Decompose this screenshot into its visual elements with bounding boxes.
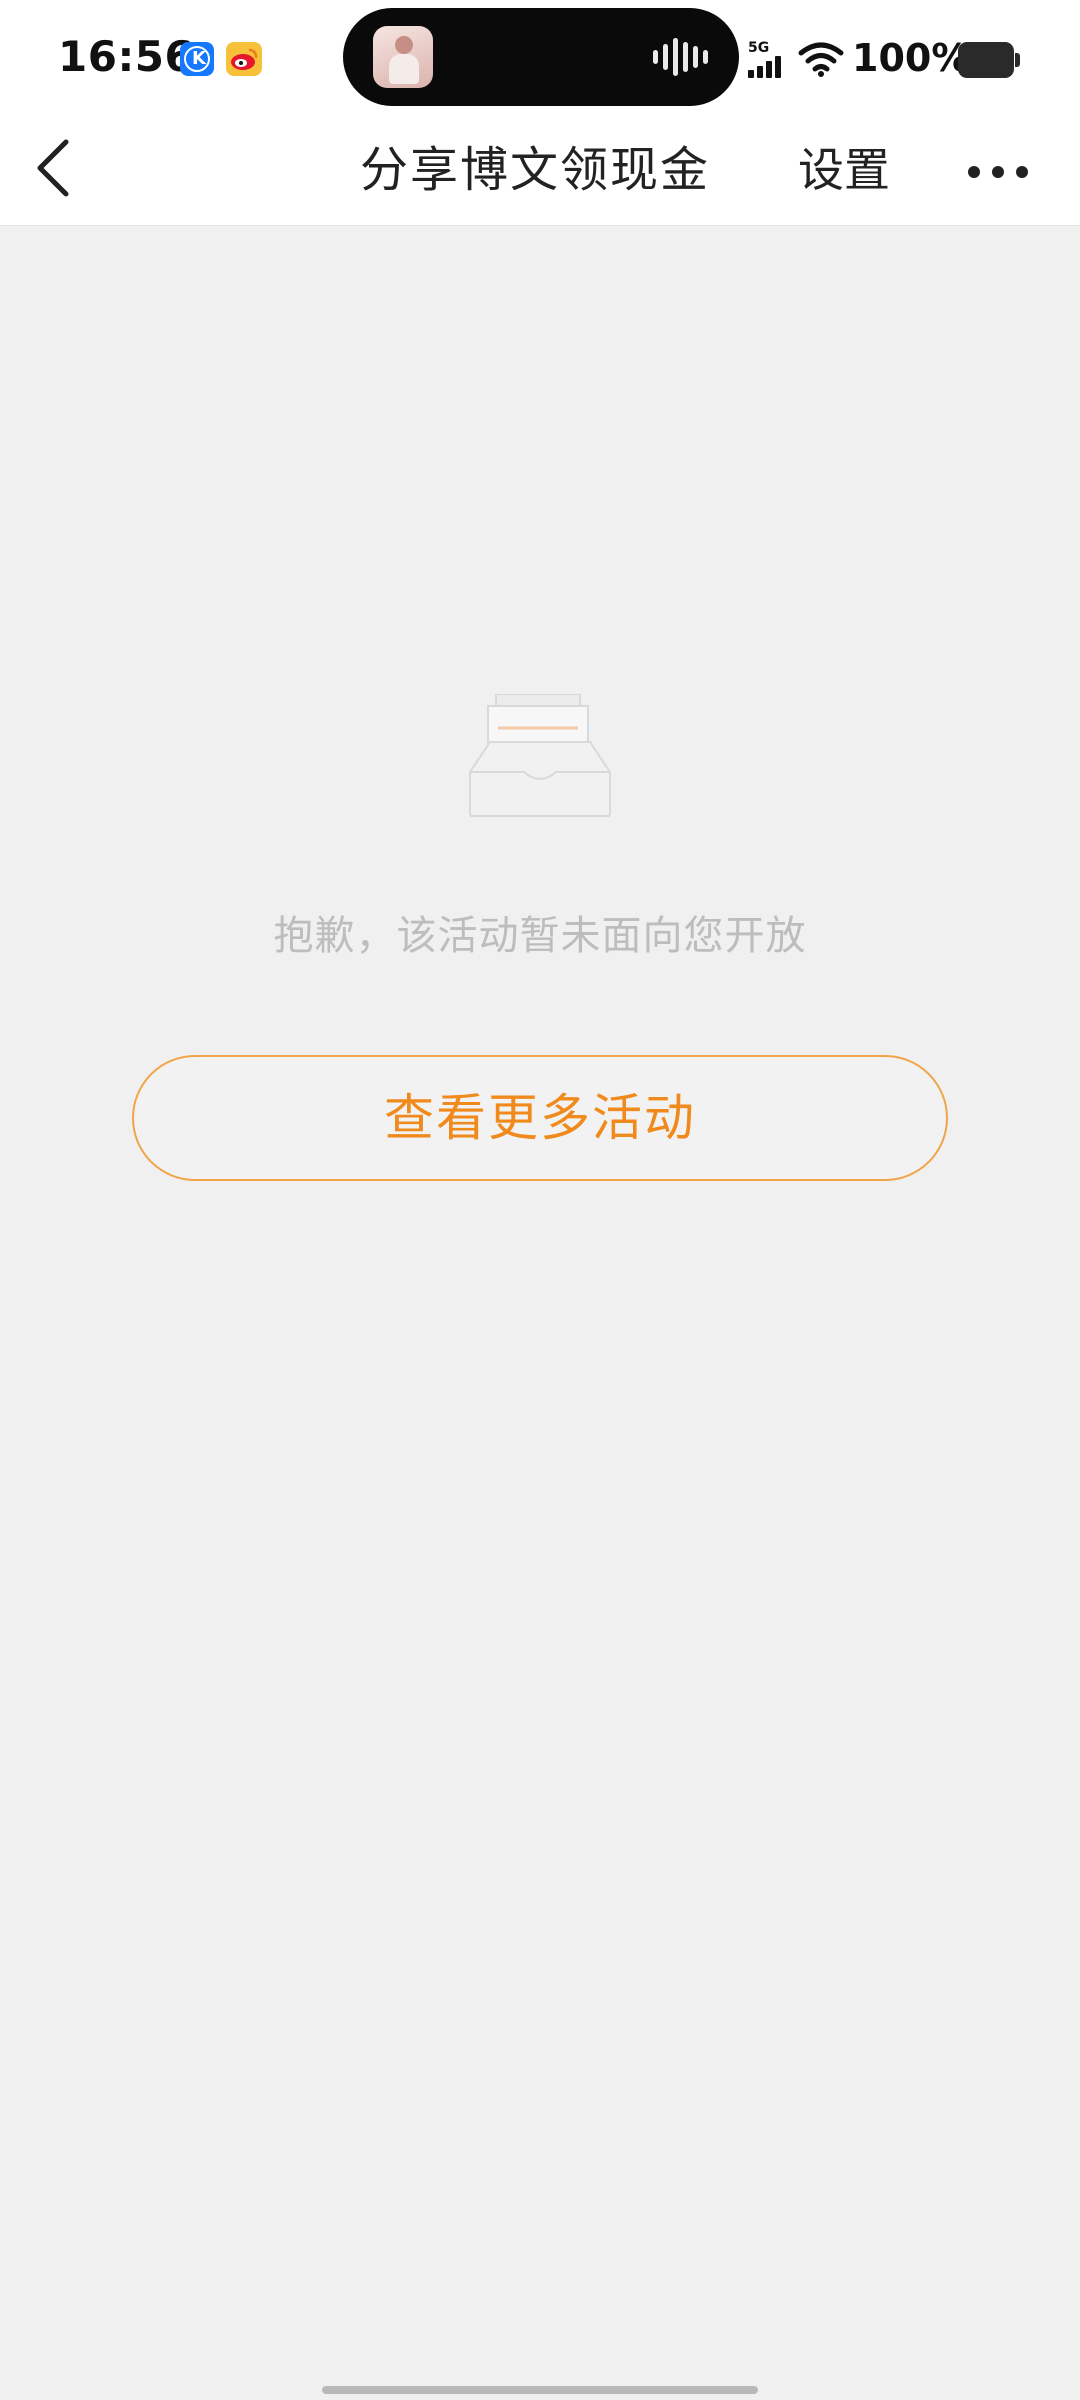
status-bar: 16:56 K 5G 100%	[0, 0, 1080, 114]
more-button[interactable]	[952, 140, 1042, 200]
settings-button[interactable]: 设置	[798, 132, 890, 208]
audio-wave-icon	[653, 38, 713, 76]
more-dots-icon	[968, 166, 980, 178]
chevron-left-icon	[37, 139, 69, 197]
k-app-icon: K	[180, 42, 214, 76]
dynamic-island[interactable]	[343, 8, 739, 106]
weibo-icon	[226, 42, 262, 76]
battery-icon	[958, 42, 1020, 78]
signal-icon	[748, 56, 790, 78]
page-title: 分享博文领现金	[360, 142, 711, 198]
nav-bar: 分享博文领现金 设置	[0, 114, 1080, 226]
status-time: 16:56	[58, 32, 195, 81]
back-button[interactable]	[20, 128, 100, 208]
home-indicator[interactable]	[322, 2386, 758, 2394]
battery-percent: 100%	[852, 36, 970, 80]
network-type-label: 5G	[748, 40, 770, 56]
wifi-icon	[798, 42, 844, 77]
photo-avatar	[373, 26, 433, 88]
empty-state-message: 抱歉，该活动暂未面向您开放	[273, 913, 807, 959]
empty-inbox-icon	[469, 694, 611, 817]
view-more-activities-button[interactable]: 查看更多活动	[132, 1055, 948, 1181]
